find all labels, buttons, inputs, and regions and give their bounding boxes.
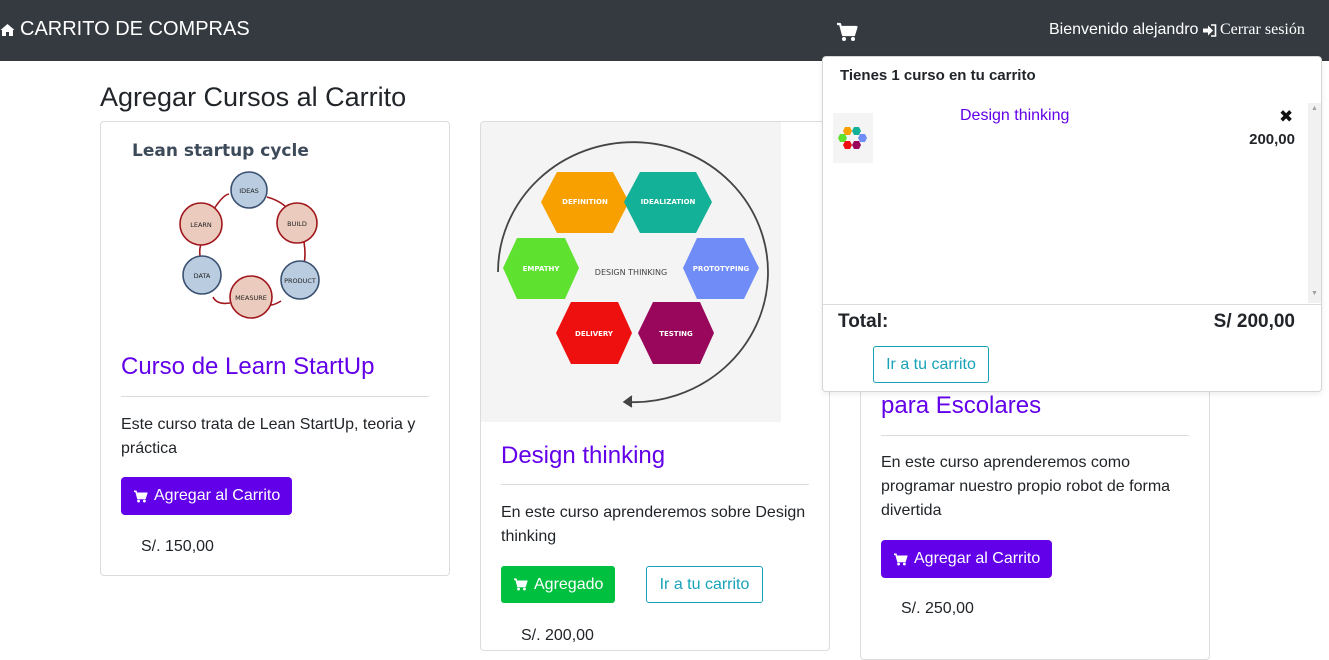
course-title[interactable]: Design thinking [501, 442, 665, 470]
course-card: para Escolares En este curso aprenderemo… [860, 370, 1210, 660]
navbar: CARRITO DE COMPRAS Bienvenido alejandro … [0, 0, 1329, 61]
svg-text:DEFINITION: DEFINITION [562, 198, 608, 206]
svg-text:LEARN: LEARN [190, 221, 212, 229]
scroll-up-arrow-icon[interactable]: ▲ [1311, 105, 1318, 112]
course-description: En este curso aprenderemos sobre Design … [501, 504, 806, 545]
cart-total-value: S/ 200,00 [1213, 311, 1295, 332]
sign-in-icon [1203, 23, 1217, 37]
cart-dropdown-toggle[interactable] [836, 22, 860, 44]
svg-text:DESIGN THINKING: DESIGN THINKING [595, 268, 667, 277]
course-card: DEFINITION IDEALIZATION EMPATHY PROTOTYP… [480, 121, 830, 651]
course-card: Lean startup cycle IDEAS BUILD PRODUCT M… [100, 121, 450, 576]
shopping-cart-icon [837, 22, 858, 41]
course-title[interactable]: para Escolares [881, 392, 1041, 420]
svg-text:IDEALIZATION: IDEALIZATION [641, 198, 696, 206]
welcome-text: Bienvenido alejandro [1049, 21, 1199, 38]
svg-text:DATA: DATA [194, 272, 211, 280]
shopping-cart-icon [134, 490, 148, 502]
svg-text:PRODUCT: PRODUCT [284, 277, 316, 285]
cart-item-list[interactable]: Design thinking ✖ 200,00 [823, 103, 1319, 303]
lean-startup-cycle-image: Lean startup cycle IDEAS BUILD PRODUCT M… [132, 141, 320, 319]
add-to-cart-label: Agregar al Carrito [914, 550, 1041, 567]
go-to-cart-button[interactable]: Ir a tu carrito [646, 566, 763, 603]
cart-list-scrollbar[interactable]: ▲ ▼ [1308, 103, 1321, 303]
shopping-cart-icon [894, 553, 908, 565]
cart-total-label: Total: [838, 311, 889, 332]
course-description: Este curso trata de Lean StartUp, teoria… [121, 416, 416, 457]
logout-label: Cerrar sesión [1220, 21, 1305, 38]
divider [501, 484, 809, 485]
page-title: Agregar Cursos al Carrito [100, 82, 407, 112]
cart-dropdown: Tienes 1 curso en tu carrito Design thin… [822, 56, 1322, 392]
added-button[interactable]: Agregado [501, 566, 616, 603]
add-to-cart-label: Agregar al Carrito [154, 487, 281, 504]
svg-text:IDEAS: IDEAS [239, 187, 259, 195]
home-icon [0, 23, 15, 36]
divider [823, 304, 1321, 305]
remove-item-icon[interactable]: ✖ [1279, 107, 1293, 127]
course-price: S/. 250,00 [901, 600, 974, 617]
cart-item-price: 200,00 [1249, 131, 1295, 148]
scroll-down-arrow-icon[interactable]: ▼ [1311, 290, 1318, 297]
svg-text:TESTING: TESTING [659, 330, 693, 338]
svg-text:PROTOTYPING: PROTOTYPING [693, 265, 750, 273]
course-description: En este curso aprenderemos como programa… [881, 454, 1171, 519]
cart-item-name[interactable]: Design thinking [960, 107, 1069, 125]
go-to-cart-button[interactable]: Ir a tu carrito [873, 346, 989, 383]
added-label: Agregado [534, 575, 604, 593]
shopping-cart-icon [514, 578, 528, 591]
svg-text:BUILD: BUILD [287, 220, 307, 228]
cart-dropdown-header: Tienes 1 curso en tu carrito [840, 67, 1036, 84]
add-to-cart-button[interactable]: Agregar al Carrito [881, 540, 1053, 578]
brand-link[interactable]: CARRITO DE COMPRAS [0, 18, 250, 41]
svg-text:MEASURE: MEASURE [235, 294, 267, 302]
brand-label: CARRITO DE COMPRAS [20, 18, 250, 40]
svg-text:DELIVERY: DELIVERY [575, 330, 614, 338]
course-price: S/. 150,00 [141, 538, 214, 555]
course-price: S/. 200,00 [521, 627, 594, 644]
design-thinking-image: DEFINITION IDEALIZATION EMPATHY PROTOTYP… [481, 122, 781, 422]
svg-text:Lean startup cycle: Lean startup cycle [132, 141, 309, 161]
add-to-cart-button[interactable]: Agregar al Carrito [121, 477, 293, 515]
svg-text:EMPATHY: EMPATHY [523, 265, 561, 273]
course-title[interactable]: Curso de Learn StartUp [121, 353, 374, 381]
logout-link[interactable]: Cerrar sesión [1203, 21, 1305, 39]
divider [121, 396, 429, 397]
cart-item-thumbnail [833, 113, 873, 163]
divider [881, 435, 1189, 436]
